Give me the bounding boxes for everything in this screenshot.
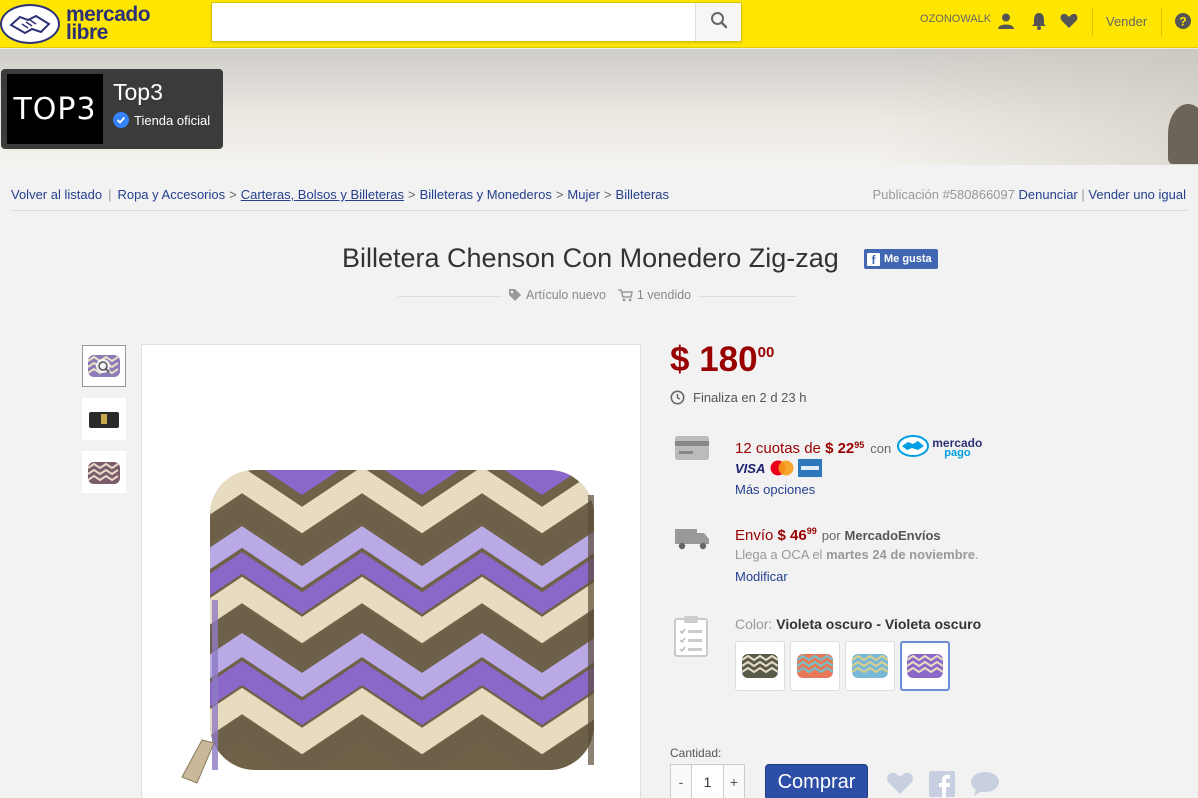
increment-button[interactable]: + — [724, 765, 744, 798]
search-input[interactable] — [220, 4, 700, 40]
decrement-button[interactable]: - — [671, 765, 691, 798]
favorites-heart-icon[interactable] — [1058, 10, 1080, 32]
breadcrumb-item[interactable]: Mujer — [567, 187, 600, 202]
thumbnail-3[interactable] — [82, 451, 126, 493]
product-meta: Artículo nuevo 1 vendido — [508, 288, 691, 302]
publication-info: Publicación #580866097 Denunciar | Vende… — [872, 187, 1186, 202]
sold-count: 1 vendido — [636, 288, 692, 302]
product-main-image[interactable] — [141, 344, 641, 798]
thumbnail-2[interactable] — [82, 398, 126, 440]
installments-info: 12 cuotas de $ 2295 con mercado pago — [735, 435, 983, 461]
breadcrumb-item[interactable]: Billeteras y Monederos — [420, 187, 552, 202]
clock-icon — [670, 390, 685, 405]
quantity-input[interactable]: 1 — [691, 765, 724, 798]
top-header: mercado libre OZONOWALK Vender ? — [0, 0, 1198, 48]
card-logos: VISA — [735, 459, 823, 477]
svg-text:?: ? — [1179, 15, 1186, 29]
quantity-label: Cantidad: — [670, 746, 722, 760]
facebook-share-icon[interactable] — [929, 771, 955, 797]
handshake-icon — [0, 4, 60, 44]
nav-divider — [1161, 8, 1162, 36]
condition-label: Artículo nuevo — [526, 288, 606, 302]
breadcrumb-item[interactable]: Billeteras — [616, 187, 669, 202]
official-store-card[interactable]: TOP3 Top3 Tienda oficial — [1, 69, 223, 149]
publication-id: Publicación #580866097 — [872, 187, 1015, 202]
facebook-like-button[interactable]: f Me gusta — [864, 249, 938, 269]
color-swatch-3[interactable] — [845, 641, 895, 691]
search-icon — [710, 11, 728, 34]
cart-icon — [617, 288, 633, 302]
visa-logo: VISA — [735, 460, 766, 476]
divider — [10, 210, 1188, 211]
shipping-price: Envío $ 4699 por MercadoEnvíos — [735, 526, 941, 544]
nav-divider — [1092, 8, 1093, 36]
logo-text-line2: libre — [66, 21, 108, 44]
product-price: $ 18000 — [670, 340, 775, 379]
banner-decoration — [1168, 104, 1198, 164]
tag-icon — [508, 288, 522, 302]
color-swatch-1[interactable] — [735, 641, 785, 691]
color-selection-label: Color: Violeta oscuro - Violeta oscuro — [735, 616, 982, 632]
quantity-stepper: - 1 + — [670, 764, 745, 798]
product-title: Billetera Chenson Con Monedero Zig-zag — [342, 243, 839, 273]
report-link[interactable]: Denunciar — [1019, 187, 1078, 202]
back-to-list-link[interactable]: Volver al listado — [11, 187, 102, 202]
sell-link[interactable]: Vender — [1106, 14, 1147, 29]
heart-icon[interactable] — [886, 771, 914, 795]
handshake-icon — [897, 435, 930, 461]
mastercard-icon — [769, 459, 795, 477]
clipboard-icon — [674, 615, 708, 657]
more-payment-options-link[interactable]: Más opciones — [735, 482, 815, 497]
mercadolibre-logo[interactable]: mercado libre — [0, 2, 170, 46]
amex-icon — [798, 459, 823, 477]
product-panel: Volver al listado | Ropa y Accesorios > Cart… — [0, 165, 1198, 798]
help-icon[interactable]: ? — [1172, 10, 1194, 32]
buy-button[interactable]: Comprar — [765, 764, 868, 798]
official-store-badge: Tienda oficial — [113, 112, 210, 128]
listing-ends: Finaliza en 2 d 23 h — [670, 390, 806, 405]
color-swatch-4-selected[interactable] — [900, 641, 950, 691]
breadcrumb: Volver al listado | Ropa y Accesorios > Cart… — [11, 187, 669, 202]
verified-check-icon — [113, 112, 129, 128]
mercadopago-logo: mercado pago — [897, 435, 982, 461]
sell-same-link[interactable]: Vender uno igual — [1088, 187, 1186, 202]
truck-icon — [674, 525, 710, 551]
delivery-estimate: Llega a OCA el martes 24 de noviembre. — [735, 547, 979, 562]
breadcrumb-item[interactable]: Carteras, Bolsos y Billeteras — [241, 187, 404, 202]
thumbnail-1[interactable] — [82, 345, 126, 387]
credit-card-icon — [674, 435, 710, 461]
breadcrumb-item[interactable]: Ropa y Accesorios — [117, 187, 225, 202]
modify-shipping-link[interactable]: Modificar — [735, 569, 788, 584]
search-box — [211, 2, 742, 42]
store-logo: TOP3 — [7, 74, 103, 144]
comment-bubble-icon[interactable] — [970, 771, 1000, 797]
facebook-icon: f — [867, 252, 880, 266]
color-swatch-2[interactable] — [790, 641, 840, 691]
search-button[interactable] — [695, 3, 741, 41]
bell-icon[interactable] — [1028, 10, 1050, 32]
username-link[interactable]: OZONOWALK — [920, 13, 991, 25]
store-name: Top3 — [113, 79, 163, 105]
user-icon[interactable] — [995, 10, 1017, 32]
